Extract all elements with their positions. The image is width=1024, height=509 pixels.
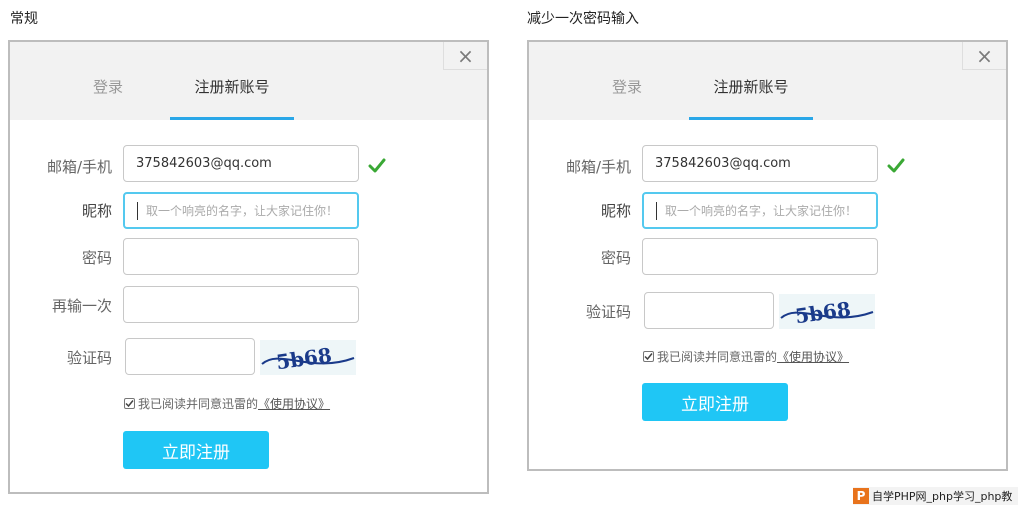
checkmark-icon — [887, 158, 905, 173]
tab-login[interactable]: 登录 — [597, 76, 657, 97]
terms-link[interactable]: 《使用协议》 — [777, 348, 849, 365]
checkbox-icon[interactable] — [643, 351, 654, 362]
captcha-label: 验证码 — [585, 303, 631, 321]
agreement-text: 我已阅读并同意迅雷的 — [138, 397, 259, 411]
terms-link[interactable]: 《使用协议》 — [258, 395, 330, 412]
nickname-placeholder: 取一个响亮的名字，让大家记住你！ — [665, 204, 858, 218]
tab-login[interactable]: 登录 — [78, 76, 138, 97]
password-confirm-label: 再输一次 — [51, 297, 112, 315]
register-button[interactable]: 立即注册 — [123, 431, 269, 469]
password-label: 密码 — [81, 249, 112, 267]
checkmark-icon — [368, 158, 386, 173]
caption-reduced: 减少一次密码输入 — [527, 11, 639, 27]
password-confirm-input[interactable] — [123, 286, 359, 323]
password-input[interactable] — [642, 238, 878, 275]
watermark-text: 自学PHP网_php学习_php教 — [872, 490, 1013, 503]
captcha-image[interactable]: 5b68 — [260, 340, 356, 375]
captcha-image[interactable]: 5b68 — [779, 294, 875, 329]
tab-register[interactable]: 注册新账号 — [689, 76, 813, 120]
text-caret — [137, 201, 138, 220]
nickname-placeholder: 取一个响亮的名字，让大家记住你！ — [146, 204, 339, 218]
captcha-input[interactable] — [644, 292, 774, 329]
email-value: 375842603@qq.com — [136, 156, 272, 171]
captcha-input[interactable] — [125, 338, 255, 375]
text-caret — [656, 201, 657, 220]
email-value: 375842603@qq.com — [655, 156, 791, 171]
register-dialog-normal: × 登录 注册新账号 邮箱/手机 375842603@qq.com 昵称 取一个… — [8, 40, 489, 494]
captcha-label: 验证码 — [66, 349, 112, 367]
email-label: 邮箱/手机 — [565, 158, 631, 176]
password-input[interactable] — [123, 238, 359, 275]
captcha-text: 5b68 — [275, 343, 334, 375]
email-field[interactable]: 375842603@qq.com — [642, 145, 878, 182]
nickname-input[interactable]: 取一个响亮的名字，让大家记住你！ — [642, 192, 878, 229]
checkbox-icon[interactable] — [124, 398, 135, 409]
close-icon[interactable]: × — [443, 42, 487, 70]
tab-register[interactable]: 注册新账号 — [170, 76, 294, 120]
agreement: 我已阅读并同意迅雷的 《使用协议》 — [124, 395, 330, 412]
register-dialog-reduced: × 登录 注册新账号 邮箱/手机 375842603@qq.com 昵称 取一个… — [527, 40, 1008, 471]
agreement-text: 我已阅读并同意迅雷的 — [657, 350, 778, 364]
email-label: 邮箱/手机 — [46, 158, 112, 176]
email-field[interactable]: 375842603@qq.com — [123, 145, 359, 182]
nickname-label: 昵称 — [600, 202, 631, 220]
close-icon[interactable]: × — [962, 42, 1006, 70]
password-label: 密码 — [600, 249, 631, 267]
php-logo-icon: P — [853, 488, 869, 504]
nickname-label: 昵称 — [81, 202, 112, 220]
register-button[interactable]: 立即注册 — [642, 383, 788, 421]
captcha-text: 5b68 — [794, 297, 853, 329]
site-watermark: P 自学PHP网_php学习_php教 — [853, 487, 1019, 505]
nickname-input[interactable]: 取一个响亮的名字，让大家记住你！ — [123, 192, 359, 229]
agreement: 我已阅读并同意迅雷的 《使用协议》 — [643, 348, 849, 365]
caption-normal: 常规 — [10, 11, 38, 27]
